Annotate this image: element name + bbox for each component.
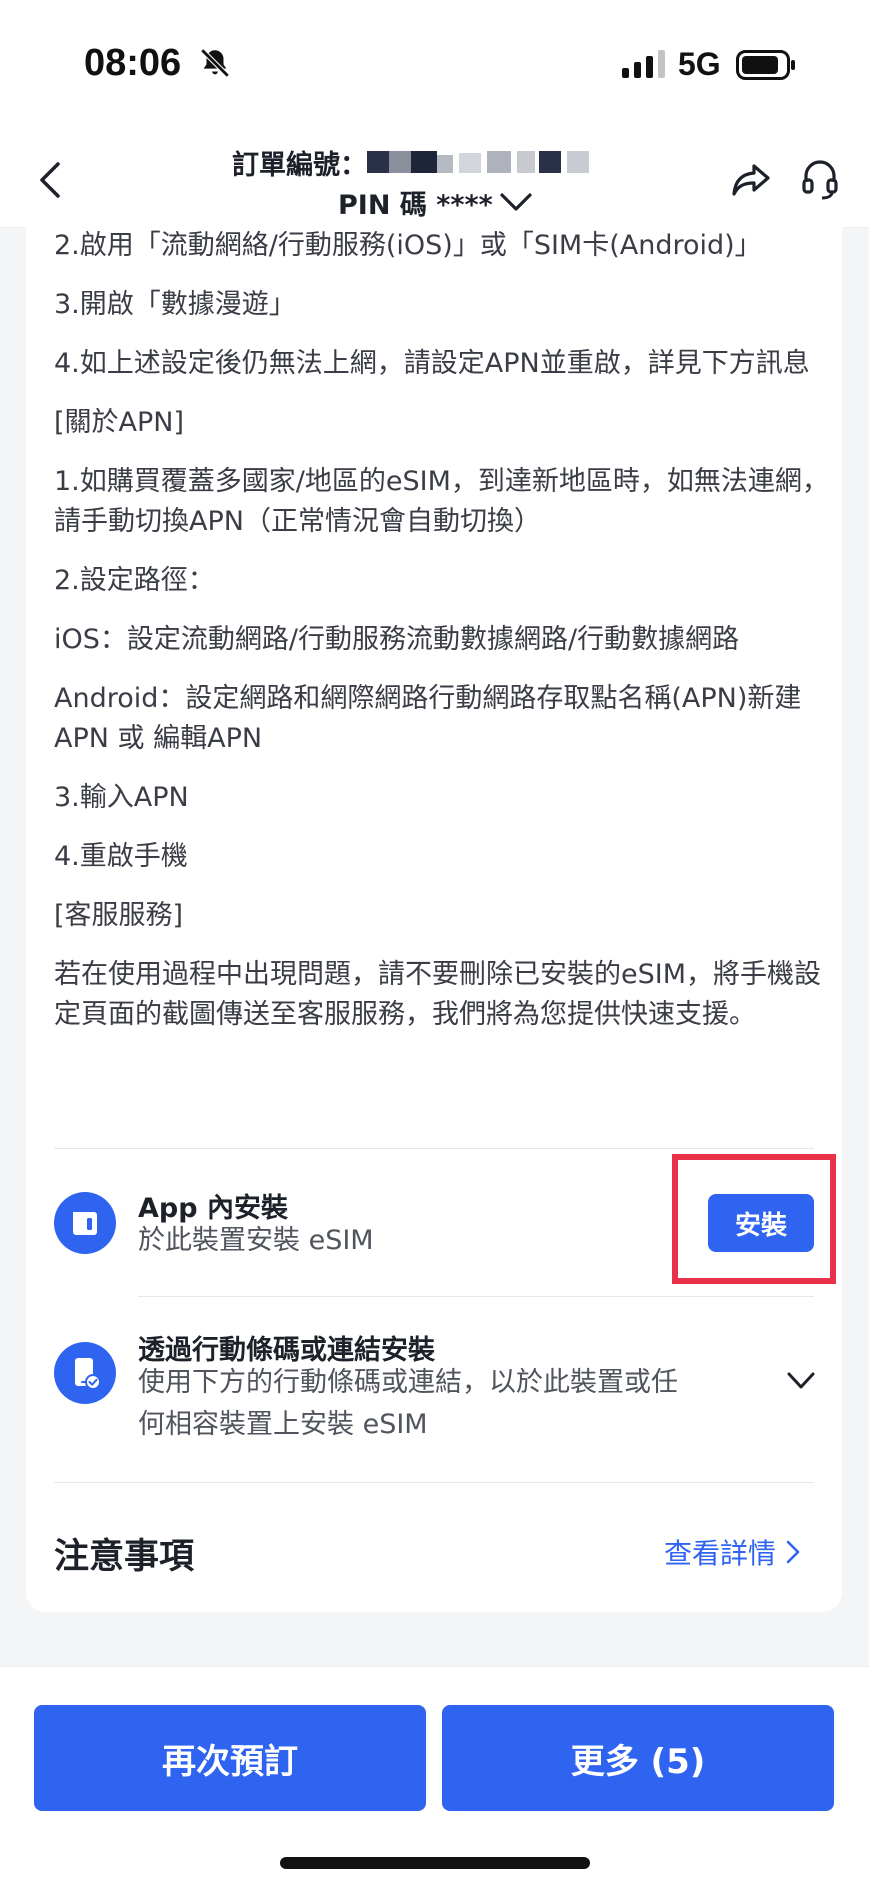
rebook-button[interactable]: 再次預訂: [34, 1705, 426, 1811]
chevron-right-icon: [786, 1540, 800, 1564]
home-indicator: [280, 1857, 590, 1869]
instruction-line: 4.如上述設定後仍無法上網，請設定APN並重啟，詳見下方訊息: [54, 348, 810, 379]
divider: [54, 1148, 814, 1149]
instruction-line: Android：設定網路和網際網路行動網路存取點名稱(APN)新建APN 或 編…: [54, 683, 802, 754]
back-arrow-icon[interactable]: [34, 160, 68, 200]
signal-icon: [622, 50, 665, 78]
instruction-line: 2.設定路徑：: [54, 565, 215, 596]
instruction-line: [關於APN]: [54, 407, 185, 438]
esim-instructions-card: 2.啟用「流動網絡/行動服務(iOS)」或「SIM卡(Android)」 3.開…: [26, 220, 842, 1612]
nav-header: 訂單編號： PIN 碼 ****: [0, 130, 869, 228]
instruction-line: 3.開啟「數據漫遊」: [54, 289, 296, 320]
divider: [54, 1482, 814, 1483]
headset-icon[interactable]: [800, 158, 840, 200]
network-type: 5G: [678, 46, 721, 82]
instruction-line: 若在使用過程中出現問題，請不要刪除已安裝的eSIM，將手機設定頁面的截圖傳送至客…: [54, 959, 822, 1030]
redacted-order-number: [367, 151, 589, 173]
pin-label: PIN 碼 ****: [338, 189, 493, 221]
chevron-down-icon: [500, 193, 532, 211]
phone-check-icon: [54, 1342, 116, 1404]
qr-install-subtitle-line2: 何相容裝置上安裝 eSIM: [138, 1409, 428, 1440]
order-number: 訂單編號：: [232, 142, 637, 182]
divider: [138, 1296, 814, 1297]
bell-off-icon: [200, 48, 230, 78]
instruction-line: 4.重啟手機: [54, 841, 188, 872]
sim-card-icon: [54, 1192, 116, 1254]
instructions-text: 2.啟用「流動網絡/行動服務(iOS)」或「SIM卡(Android)」 3.開…: [54, 220, 844, 1054]
share-icon[interactable]: [730, 158, 772, 200]
instruction-line: 3.輸入APN: [54, 782, 189, 813]
battery-icon: [736, 50, 795, 80]
instruction-line: [客服服務]: [54, 900, 184, 931]
chevron-down-icon[interactable]: [786, 1370, 816, 1392]
bottom-action-bar: 再次預訂 更多 (5): [0, 1666, 869, 1884]
in-app-install-subtitle: 於此裝置安裝 eSIM: [138, 1225, 374, 1256]
more-button[interactable]: 更多 (5): [442, 1705, 834, 1811]
status-time: 08:06: [84, 42, 182, 84]
qr-install-subtitle-line1: 使用下方的行動條碼或連結，以於此裝置或任: [138, 1367, 678, 1398]
status-bar: 08:06 5G: [0, 0, 869, 130]
view-details-label: 查看詳情: [664, 1537, 777, 1570]
instruction-line: 2.啟用「流動網絡/行動服務(iOS)」或「SIM卡(Android)」: [54, 230, 762, 261]
view-details-link[interactable]: 查看詳情: [664, 1532, 800, 1572]
install-button[interactable]: 安裝: [708, 1194, 814, 1252]
pin-toggle[interactable]: PIN 碼 ****: [338, 182, 533, 222]
instruction-line: 1.如購買覆蓋多國家/地區的eSIM，到達新地區時，如無法連網，請手動切換APN…: [54, 466, 829, 537]
notes-title: 注意事項: [54, 1537, 195, 1577]
instruction-line: iOS：設定流動網路/行動服務流動數據網路/行動數據網路: [54, 624, 740, 655]
order-number-label: 訂單編號：: [232, 149, 367, 181]
